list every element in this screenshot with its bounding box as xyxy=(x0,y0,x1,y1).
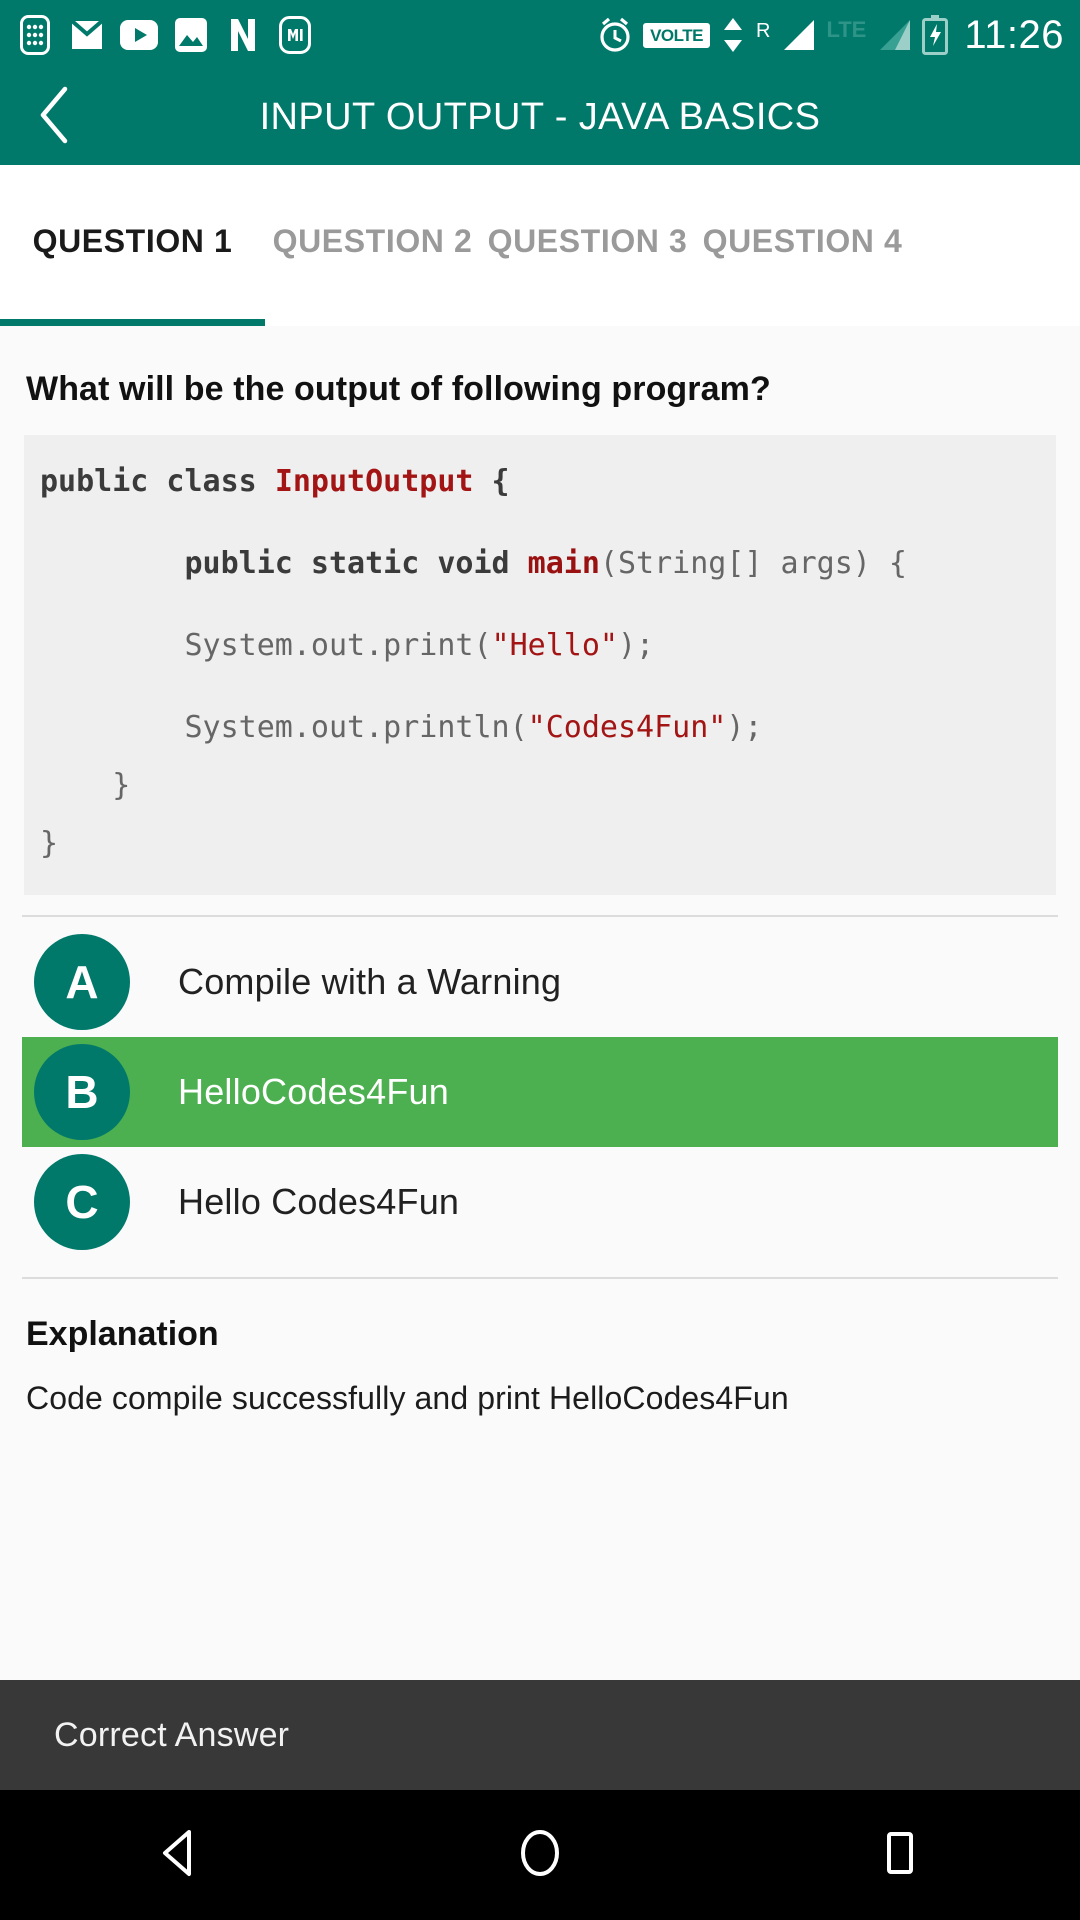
tab-question-4[interactable]: QUESTION 4 xyxy=(695,165,910,326)
nav-back-button[interactable] xyxy=(100,1790,260,1920)
netflix-icon xyxy=(224,13,262,57)
answer-option-a[interactable]: A Compile with a Warning xyxy=(22,927,1058,1037)
status-bar-system-icons: VOLTE R LTE 11:26 xyxy=(597,13,1064,58)
tab-label: QUESTION 2 xyxy=(272,223,473,259)
app-screen: VOLTE R LTE 11:26 INPUT OUTPUT - JAVA BA… xyxy=(0,0,1080,1920)
code-token: ); xyxy=(617,628,655,663)
roaming-icon: R xyxy=(755,19,771,42)
code-token: "Codes4Fun" xyxy=(527,710,727,745)
tab-question-3[interactable]: QUESTION 3 xyxy=(480,165,695,326)
mi-apps-icon xyxy=(276,13,314,57)
question-content: What will be the output of following pro… xyxy=(0,326,1080,1680)
back-triangle-icon xyxy=(157,1828,203,1883)
code-line: System.out.print("Hello"); xyxy=(40,617,1040,675)
code-token: ); xyxy=(726,710,763,745)
recents-square-icon xyxy=(878,1829,922,1882)
code-token: "Hello" xyxy=(491,628,618,663)
youtube-icon xyxy=(120,13,158,57)
code-token: InputOutput xyxy=(274,464,474,499)
page-title: INPUT OUTPUT - JAVA BASICS xyxy=(259,96,821,138)
status-bar-clock: 11:26 xyxy=(964,12,1064,57)
status-bar-notification-icons xyxy=(16,13,314,57)
nav-recents-button[interactable] xyxy=(820,1790,980,1920)
explanation-text: Code compile successfully and print Hell… xyxy=(26,1380,789,1416)
tab-question-2[interactable]: QUESTION 2 xyxy=(265,165,480,326)
gmail-icon xyxy=(68,13,106,57)
question-tab-bar: QUESTION 1 QUESTION 2 QUESTION 3 QUESTIO… xyxy=(0,165,1080,326)
tab-question-1[interactable]: QUESTION 1 xyxy=(0,165,265,326)
correct-answer-bar: Correct Answer xyxy=(0,1680,1080,1790)
code-token: main xyxy=(527,546,600,581)
option-label: HelloCodes4Fun xyxy=(178,1071,449,1112)
calculator-icon xyxy=(16,13,54,57)
back-button[interactable] xyxy=(0,70,110,165)
code-line: } xyxy=(40,815,1040,873)
tab-label: QUESTION 4 xyxy=(702,223,903,259)
code-line: System.out.println("Codes4Fun"); xyxy=(40,699,1040,757)
code-token: System.out.print( xyxy=(40,628,492,663)
option-badge: A xyxy=(34,934,130,1030)
signal-bars-2-icon xyxy=(876,17,912,53)
correct-answer-label: Correct Answer xyxy=(54,1715,290,1754)
back-chevron-icon xyxy=(33,85,77,150)
nav-home-button[interactable] xyxy=(460,1790,620,1920)
answer-options-list: A Compile with a Warning B HelloCodes4Fu… xyxy=(0,927,1080,1257)
code-snippet: public class InputOutput { public static… xyxy=(24,435,1056,895)
code-line: } xyxy=(40,757,1040,815)
code-token: (String[] args) { xyxy=(599,546,907,581)
code-token: } xyxy=(40,768,131,803)
app-bar: INPUT OUTPUT - JAVA BASICS xyxy=(0,70,1080,165)
option-badge: C xyxy=(34,1154,130,1250)
alarm-icon xyxy=(597,16,633,54)
android-navigation-bar xyxy=(0,1790,1080,1920)
home-circle-icon xyxy=(516,1828,564,1883)
option-badge: B xyxy=(34,1044,130,1140)
code-token: public static void xyxy=(40,546,528,581)
volte-icon: VOLTE xyxy=(643,22,710,48)
data-transfer-icon xyxy=(720,16,746,54)
options-top-divider xyxy=(22,915,1058,917)
answer-option-b[interactable]: B HelloCodes4Fun xyxy=(22,1037,1058,1147)
active-tab-indicator xyxy=(0,319,265,326)
code-token: public class xyxy=(40,464,275,499)
explanation-heading: Explanation xyxy=(26,1315,219,1353)
code-token: System.out.println( xyxy=(40,710,528,745)
code-line: public class InputOutput { xyxy=(40,453,1040,511)
status-bar: VOLTE R LTE 11:26 xyxy=(0,0,1080,70)
code-token: } xyxy=(40,826,59,861)
tab-label: QUESTION 1 xyxy=(32,223,233,259)
battery-charging-icon xyxy=(922,15,949,55)
answer-option-c[interactable]: C Hello Codes4Fun xyxy=(22,1147,1058,1257)
lte-icon: LTE xyxy=(826,16,867,42)
option-label: Hello Codes4Fun xyxy=(178,1181,460,1222)
signal-bars-icon xyxy=(780,17,816,53)
gallery-icon xyxy=(172,13,210,57)
code-line: public static void main(String[] args) { xyxy=(40,535,1040,593)
tab-label: QUESTION 3 xyxy=(487,223,688,259)
code-token: { xyxy=(473,464,510,499)
question-text: What will be the output of following pro… xyxy=(26,370,771,408)
option-label: Compile with a Warning xyxy=(178,961,562,1002)
